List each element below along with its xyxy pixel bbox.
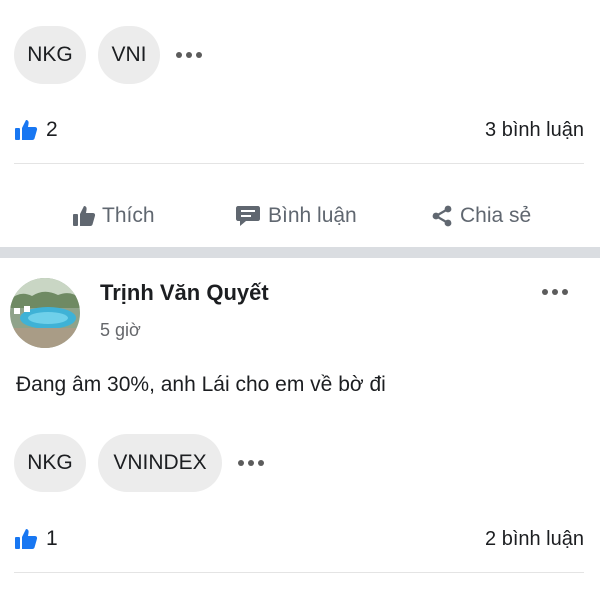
share-button[interactable]: Chia sẻ (430, 192, 531, 240)
avatar-image (10, 278, 80, 348)
tag-chip[interactable]: VNI (98, 26, 160, 84)
tag-chip[interactable]: NKG (14, 26, 86, 84)
like-button[interactable]: Thích (72, 192, 155, 240)
post2-likes-count: 1 (46, 527, 58, 550)
action-bar: Thích Bình luận Chia sẻ (0, 192, 600, 240)
divider (14, 572, 584, 573)
post-options-icon[interactable] (542, 289, 572, 295)
thumb-icon (73, 206, 96, 226)
post2-stats: 1 2 bình luận (14, 521, 584, 557)
post1-comments-count[interactable]: 3 bình luận (485, 119, 584, 142)
comment-label: Bình luận (268, 204, 357, 227)
post1-stats: 2 3 bình luận (14, 112, 584, 148)
post2-likes[interactable]: 1 (14, 527, 58, 551)
more-tags-icon[interactable] (238, 434, 268, 492)
comment-icon (236, 206, 260, 226)
post-text: Đang âm 30%, anh Lái cho em về bờ đi (16, 373, 386, 396)
comment-button[interactable]: Bình luận (236, 192, 357, 240)
more-tags-icon[interactable] (176, 26, 206, 84)
post-separator (0, 247, 600, 258)
post2-tags: NKG VNINDEX (14, 434, 268, 492)
post1-likes-count: 2 (46, 118, 58, 141)
post1-likes[interactable]: 2 (14, 118, 58, 142)
share-icon (432, 205, 452, 227)
like-icon (15, 529, 38, 549)
post-time: 5 giờ (100, 320, 141, 340)
post2-comments-count[interactable]: 2 bình luận (485, 528, 584, 551)
avatar[interactable] (10, 278, 80, 348)
like-label: Thích (102, 204, 155, 227)
like-icon (15, 120, 38, 140)
post1-tags: NKG VNI (14, 26, 206, 84)
tag-chip[interactable]: VNINDEX (98, 434, 222, 492)
share-label: Chia sẻ (460, 204, 532, 227)
tag-chip[interactable]: NKG (14, 434, 86, 492)
post-author[interactable]: Trịnh Văn Quyết (100, 280, 269, 306)
divider (14, 163, 584, 164)
